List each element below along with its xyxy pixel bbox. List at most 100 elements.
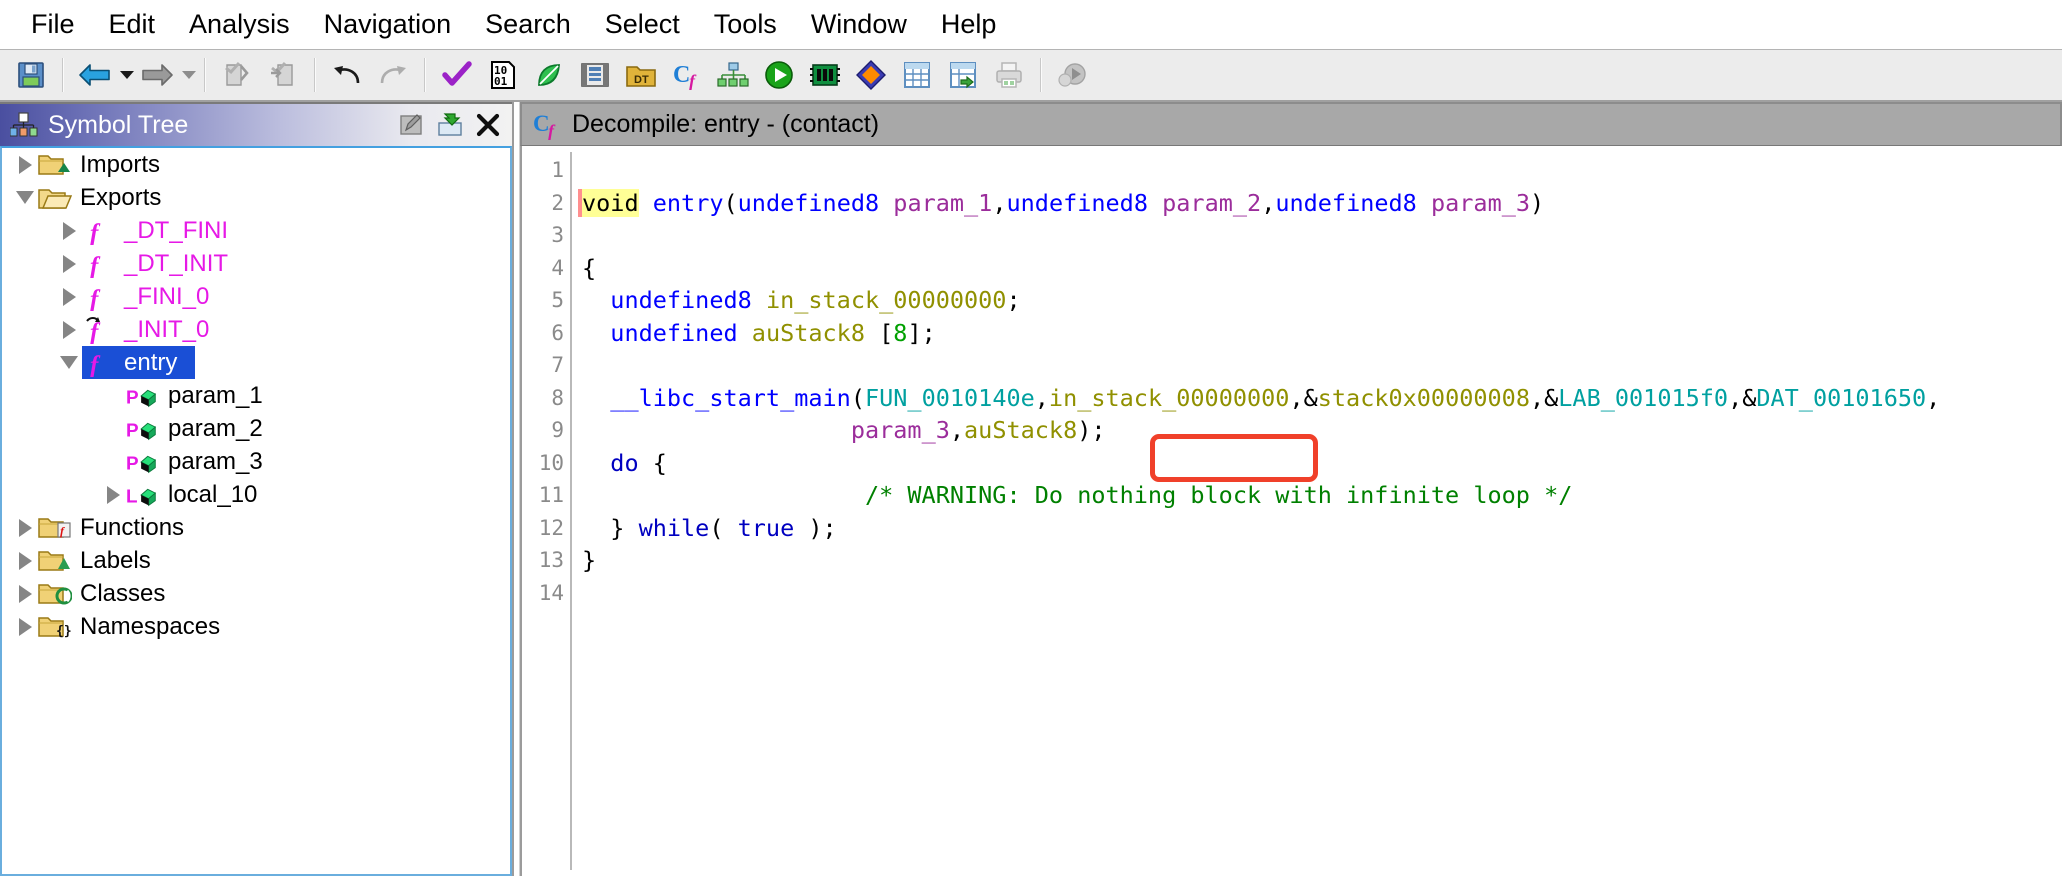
bookmark-button[interactable] <box>851 55 891 95</box>
decompiled-code[interactable]: void entry(undefined8 param_1,undefined8… <box>572 146 2062 876</box>
tree-node-label: _DT_FINI <box>124 216 229 244</box>
tree-toggle-right-icon[interactable] <box>56 214 82 247</box>
menu-item-select[interactable]: Select <box>588 7 697 42</box>
back-arrow-icon <box>78 61 112 89</box>
tree-node-label: Functions <box>80 513 185 541</box>
tree-node[interactable]: f Functions <box>2 511 510 544</box>
menu-item-search[interactable]: Search <box>468 7 588 42</box>
data-type-manager-button[interactable]: DT <box>621 55 661 95</box>
code-token: do <box>610 448 639 477</box>
back-button-group[interactable] <box>72 55 134 95</box>
decompiler-body[interactable]: 1 2 3 4 5 6 7 8 9 10 11 12 13 14 void entry(undefined… <box>520 146 2062 876</box>
tree-node[interactable]: {} Namespaces <box>2 610 510 643</box>
edit-symbol-button[interactable] <box>394 108 430 142</box>
undo-button[interactable] <box>327 55 367 95</box>
tree-node[interactable]: f _DT_INIT <box>2 247 510 280</box>
next-location-button[interactable] <box>263 55 303 95</box>
save-icon <box>16 60 46 90</box>
decompiler-header[interactable]: C f Decompile: entry - (contact) <box>520 102 2062 146</box>
memory-map-icon <box>534 60 564 90</box>
symbol-tree-header[interactable]: Symbol Tree <box>0 102 512 146</box>
function-graph-button[interactable] <box>713 55 753 95</box>
tree-node-selected[interactable]: f entry <box>82 346 196 379</box>
code-line[interactable]: do { <box>582 447 2062 480</box>
code-line[interactable]: undefined auStack8 [8]; <box>582 317 2062 350</box>
tree-node[interactable]: Classes <box>2 577 510 610</box>
code-line[interactable]: /* WARNING: Do nothing block with infini… <box>582 479 2062 512</box>
code-line[interactable]: { <box>582 252 2062 285</box>
code-line[interactable]: __libc_start_main(FUN_0010140e,in_stack_… <box>582 382 2062 415</box>
tree-toggle-right-icon[interactable] <box>12 511 38 544</box>
decompiler-button[interactable]: C f <box>667 55 707 95</box>
tree-node[interactable]: Labels <box>2 544 510 577</box>
panel-splitter[interactable] <box>512 102 520 876</box>
tree-node[interactable]: Llocal_10 <box>2 478 510 511</box>
processor-chip-button[interactable] <box>805 55 845 95</box>
auto-analyze-button[interactable] <box>437 55 477 95</box>
back-dropdown-caret-icon[interactable] <box>120 71 134 79</box>
code-token: LAB_001015f0 <box>1558 383 1729 412</box>
code-line[interactable] <box>582 154 2062 187</box>
code-line[interactable] <box>582 577 2062 610</box>
forward-button[interactable] <box>137 55 177 95</box>
tree-node[interactable]: Exports <box>2 181 510 214</box>
tree-toggle-down-icon[interactable] <box>56 346 82 379</box>
code-line[interactable] <box>582 349 2062 382</box>
tree-toggle-right-icon[interactable] <box>100 478 126 511</box>
redo-button[interactable] <box>373 55 413 95</box>
print-button[interactable] <box>989 55 1029 95</box>
tree-node[interactable]: Imports <box>2 148 510 181</box>
menu-item-edit[interactable]: Edit <box>92 7 173 42</box>
tree-toggle-right-icon[interactable] <box>12 577 38 610</box>
tree-toggle-right-icon[interactable] <box>56 313 82 346</box>
tree-toggle-right-icon[interactable] <box>56 247 82 280</box>
forward-dropdown-caret-icon[interactable] <box>182 71 196 79</box>
code-line[interactable]: undefined8 in_stack_00000000; <box>582 284 2062 317</box>
forward-button-group[interactable] <box>134 55 196 95</box>
code-line[interactable]: } while( true ); <box>582 512 2062 545</box>
menu-item-help[interactable]: Help <box>924 7 1014 42</box>
tree-node[interactable]: Pparam_1 <box>2 379 510 412</box>
tree-toggle-right-icon[interactable] <box>12 148 38 181</box>
save-button[interactable] <box>11 55 51 95</box>
tree-toggle-right-icon[interactable] <box>12 610 38 643</box>
back-button[interactable] <box>75 55 115 95</box>
tree-node[interactable]: Pparam_3 <box>2 445 510 478</box>
menu-item-analysis[interactable]: Analysis <box>172 7 307 42</box>
tree-toggle-down-icon[interactable] <box>12 181 38 214</box>
svg-text:{}: {} <box>56 624 72 639</box>
tree-toggle-right-icon[interactable] <box>12 544 38 577</box>
bytes-viewer-button[interactable]: 10 01 <box>483 55 523 95</box>
code-line[interactable]: param_3,auStack8); <box>582 414 2062 447</box>
table-button[interactable] <box>897 55 937 95</box>
svg-text:DT: DT <box>634 74 649 86</box>
close-symbol-tree-button[interactable] <box>470 108 506 142</box>
code-line[interactable]: void entry(undefined8 param_1,undefined8… <box>578 187 2062 220</box>
code-token: } <box>582 546 597 574</box>
tree-node[interactable]: Pparam_2 <box>2 412 510 445</box>
memory-map-button[interactable] <box>529 55 569 95</box>
menu-item-tools[interactable]: Tools <box>697 7 794 42</box>
tree-node[interactable]: f _DT_FINI <box>2 214 510 247</box>
menu-item-file[interactable]: File <box>14 7 92 42</box>
line-number: 6 <box>551 320 564 345</box>
tree-toggle-right-icon[interactable] <box>56 280 82 313</box>
edit-symbol-icon <box>399 112 425 138</box>
go-to-symbol-button[interactable] <box>432 108 468 142</box>
code-line[interactable]: } <box>582 544 2062 577</box>
symbol-tree-body[interactable]: Imports Exports f _DT_FINI f _DT_INIT f _FINI_0… <box>0 146 512 876</box>
menu-item-window[interactable]: Window <box>794 7 924 42</box>
listing-window-button[interactable] <box>575 55 615 95</box>
code-line[interactable] <box>582 219 2062 252</box>
code-token: ]; <box>907 318 936 347</box>
tree-node[interactable]: f _INIT_0 <box>2 313 510 346</box>
folder-open-icon <box>38 184 72 212</box>
menu-item-navigation[interactable]: Navigation <box>307 7 469 42</box>
previous-location-button[interactable] <box>217 55 257 95</box>
snapshot-button[interactable] <box>1053 55 1093 95</box>
function-icon: f <box>82 250 116 278</box>
run-script-button[interactable] <box>759 55 799 95</box>
tree-node[interactable]: f _FINI_0 <box>2 280 510 313</box>
table-export-button[interactable] <box>943 55 983 95</box>
